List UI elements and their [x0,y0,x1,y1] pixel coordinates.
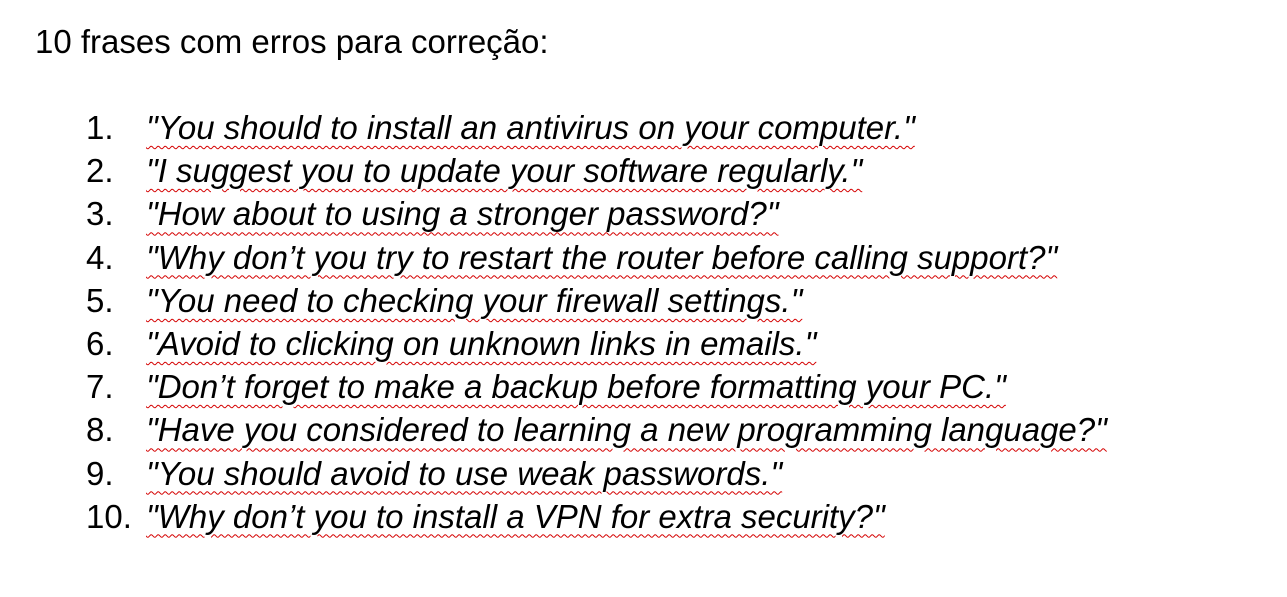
item-text: "You need to checking your firewall sett… [146,281,803,319]
item-number: 4. [86,238,114,276]
item-text: "You should avoid to use weak passwords.… [146,454,783,492]
item-number: 7. [86,368,114,406]
item-text: "Have you considered to learning a new p… [146,411,1107,449]
item-number: 2. [86,152,114,190]
item-number: 5. [86,281,114,319]
item-text: "You should to install an antivirus on y… [146,109,915,146]
item-text: "Why don’t you to install a VPN for extr… [146,497,885,535]
item-text: "I suggest you to update your software r… [146,152,863,190]
item-number: 6. [86,324,114,362]
item-number: 1. [86,109,114,146]
item-number: 10. [86,497,132,535]
item-number: 3. [86,195,114,233]
item-text: "Avoid to clicking on unknown links in e… [146,324,817,362]
item-text: "Why don’t you try to restart the router… [146,238,1058,276]
item-number: 8. [86,411,114,449]
item-number: 9. [86,454,114,492]
page-title: 10 frases com erros para correção: [35,23,549,60]
item-text: "How about to using a stronger password?… [146,195,779,233]
item-text: "Don’t forget to make a backup before fo… [146,368,1006,406]
